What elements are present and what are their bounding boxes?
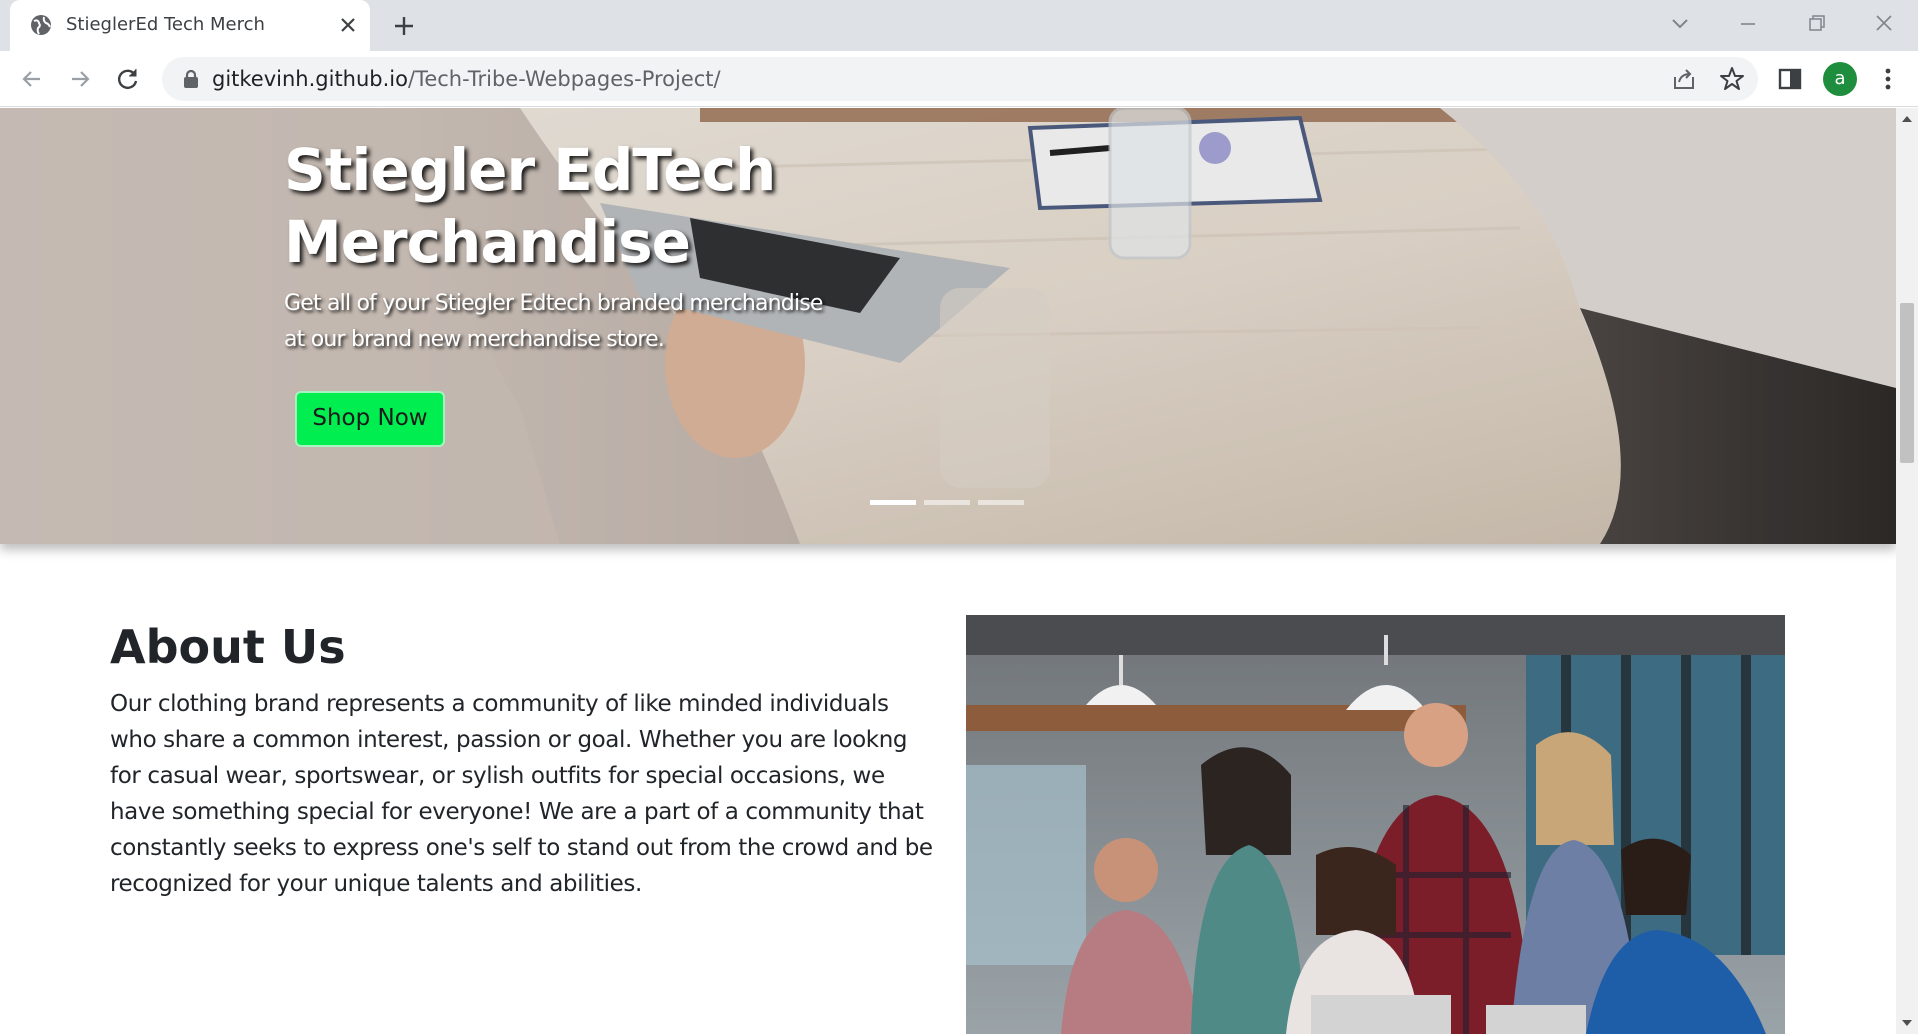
hero-title-line-1: Stiegler EdTech [284, 136, 776, 204]
address-bar[interactable]: gitkevinh.github.io/Tech-Tribe-Webpages-… [162, 57, 1758, 101]
side-panel-icon[interactable] [1774, 63, 1806, 95]
close-icon[interactable] [336, 13, 360, 37]
tab-search-chevron-icon[interactable] [1664, 10, 1696, 38]
lock-icon[interactable] [182, 69, 200, 89]
tab-title: StieglerEd Tech Merch [66, 14, 265, 35]
hero-title-line-2: Merchandise [284, 208, 691, 276]
profile-avatar[interactable]: a [1823, 62, 1857, 96]
forward-arrow-icon[interactable] [64, 63, 96, 95]
scroll-up-arrow-icon[interactable] [1901, 114, 1913, 124]
restore-icon[interactable] [1800, 10, 1832, 38]
tab-strip: StieglerEd Tech Merch [0, 0, 1918, 51]
new-tab-icon[interactable] [390, 12, 418, 40]
reload-icon[interactable] [112, 63, 144, 95]
url-path: /Tech-Tribe-Webpages-Project/ [408, 67, 721, 91]
about-paragraph: Our clothing brand represents a communit… [110, 691, 933, 897]
url-host: gitkevinh.github.io [212, 67, 408, 91]
hero-title: Stiegler EdTech Merchandise [284, 134, 984, 278]
scrollbar-thumb[interactable] [1900, 303, 1914, 463]
hero-subtitle-line-1: Get all of your Stiegler Edtech branded … [284, 291, 823, 316]
browser-tab[interactable]: StieglerEd Tech Merch [10, 0, 370, 51]
url-text[interactable]: gitkevinh.github.io/Tech-Tribe-Webpages-… [212, 67, 721, 91]
back-arrow-icon[interactable] [16, 63, 48, 95]
minimize-icon[interactable] [1732, 10, 1764, 38]
carousel-indicator-1[interactable] [870, 500, 916, 505]
carousel-indicator-3[interactable] [978, 500, 1024, 505]
browser-toolbar: gitkevinh.github.io/Tech-Tribe-Webpages-… [0, 51, 1918, 107]
hero-subtitle: Get all of your Stiegler Edtech branded … [284, 286, 854, 358]
share-icon[interactable] [1670, 65, 1698, 93]
carousel-indicator-2[interactable] [924, 500, 970, 505]
hero-subtitle-line-2: at our brand new merchandise store. [284, 327, 665, 352]
shop-now-button[interactable]: Shop Now [295, 391, 445, 447]
about-heading: About Us [110, 620, 346, 674]
page-scrollbar[interactable] [1896, 108, 1918, 1034]
page-viewport: Stiegler EdTech Merchandise Get all of y… [0, 108, 1896, 1034]
more-menu-icon[interactable] [1872, 63, 1904, 95]
scroll-down-arrow-icon[interactable] [1901, 1018, 1913, 1028]
bookmark-star-icon[interactable] [1718, 65, 1746, 93]
close-window-icon[interactable] [1868, 10, 1900, 38]
team-celebrating-photo [966, 615, 1785, 1034]
hero-carousel: Stiegler EdTech Merchandise Get all of y… [0, 108, 1896, 544]
globe-icon [31, 15, 51, 35]
